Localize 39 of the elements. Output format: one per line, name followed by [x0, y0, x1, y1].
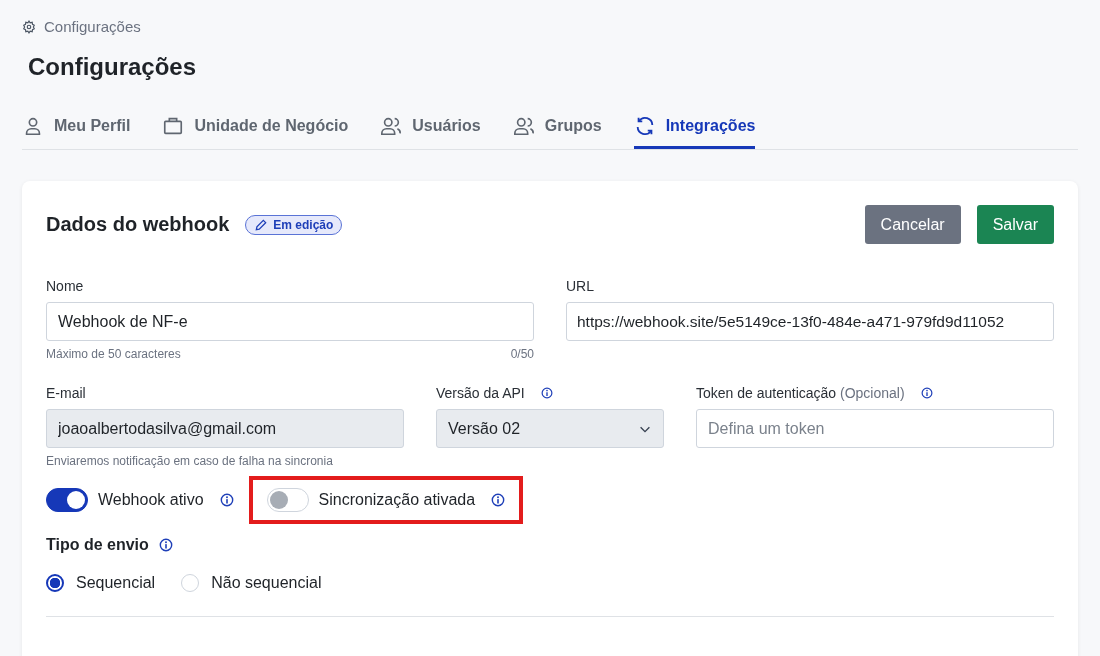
tab[interactable]: Meu Perfil	[22, 115, 131, 149]
info-icon[interactable]	[540, 387, 553, 399]
character-counter: 0/50	[510, 347, 534, 361]
card-title: Dados do webhook	[46, 213, 230, 236]
info-icon[interactable]	[920, 387, 933, 399]
info-icon[interactable]	[219, 493, 234, 507]
pencil-icon	[254, 217, 269, 232]
cancel-button[interactable]: Cancelar	[864, 205, 961, 244]
info-icon[interactable]	[491, 493, 506, 507]
field-label: Nome	[46, 278, 85, 294]
tab[interactable]: Unidade de Negócio	[162, 115, 349, 149]
toggle-label: Webhook ativo	[98, 491, 204, 509]
badge-label: Em edição	[273, 217, 334, 232]
tab[interactable]: Usuários	[380, 115, 481, 149]
toggle-switch[interactable]	[46, 488, 88, 512]
name-field[interactable]: Webhook de NF-e	[46, 302, 534, 341]
radio-label: Sequencial	[76, 574, 156, 592]
tab[interactable]: Integrações	[633, 115, 756, 149]
toggle-label: Sincronização ativada	[318, 491, 476, 509]
field-hint: Máximo de 50 caracteres	[46, 347, 181, 361]
radio-button[interactable]	[46, 574, 64, 592]
radio-label: Não sequencial	[211, 574, 322, 592]
settings-icon	[22, 19, 36, 34]
info-icon[interactable]	[158, 538, 173, 552]
briefcase-icon	[162, 115, 185, 137]
users-icon	[512, 115, 535, 137]
tab[interactable]: Grupos	[512, 115, 602, 149]
field-label: URL	[566, 278, 595, 294]
users-icon	[380, 115, 403, 137]
field-hint: Enviaremos notificação em caso de falha na sincronia	[46, 454, 333, 468]
url-field[interactable]: https://webhook.site/5e5149ce-13f0-484e-a471-979fd9d11052	[566, 302, 1054, 341]
field-label: Token de autenticação (Opcional)	[696, 385, 905, 401]
field-label: Versão da API	[436, 385, 525, 401]
breadcrumb[interactable]: Configurações	[44, 18, 141, 35]
save-button[interactable]: Salvar	[976, 205, 1054, 244]
page-title: Configurações	[28, 53, 198, 81]
token-field[interactable]: Defina um token	[696, 409, 1054, 448]
section-title: Tipo de envio	[46, 536, 149, 554]
field-label: E-mail	[46, 385, 87, 401]
